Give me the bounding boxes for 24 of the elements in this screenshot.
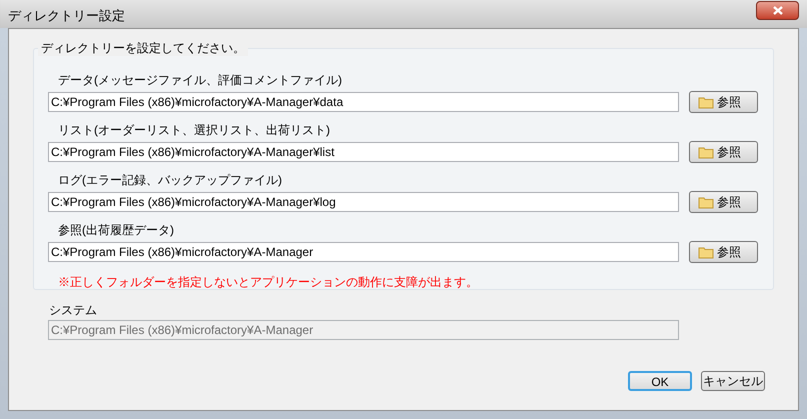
warning-text: ※正しくフォルダーを指定しないとアプリケーションの動作に支障が出ます。 xyxy=(58,274,479,291)
browse-button[interactable]: 参照 xyxy=(689,91,758,113)
field-label: リスト(オーダーリスト、選択リスト、出荷リスト) xyxy=(58,122,331,139)
folder-icon xyxy=(698,246,714,258)
browse-button[interactable]: 参照 xyxy=(689,241,758,263)
folder-icon xyxy=(698,146,714,158)
folder-icon xyxy=(698,196,714,208)
close-button[interactable] xyxy=(756,1,799,20)
folder-icon xyxy=(698,96,714,108)
field-label: システム xyxy=(49,302,98,318)
group-legend: ディレクトリーを設定してください。 xyxy=(38,40,248,56)
path-field[interactable]: C:¥Program Files (x86)¥microfactory¥A-Manager¥list xyxy=(48,142,679,162)
cancel-button[interactable]: キャンセル xyxy=(701,371,765,391)
browse-button[interactable]: 参照 xyxy=(689,191,758,213)
path-field[interactable]: C:¥Program Files (x86)¥microfactory¥A-Manager¥data xyxy=(48,92,679,112)
close-icon xyxy=(772,6,782,15)
field-label: ログ(エラー記録、バックアップファイル) xyxy=(58,172,283,189)
browse-button[interactable]: 参照 xyxy=(689,141,758,163)
ok-button[interactable]: OK xyxy=(628,371,692,391)
path-field[interactable]: C:¥Program Files (x86)¥microfactory¥A-Manager¥log xyxy=(48,192,679,212)
field-label: 参照(出荷履歴データ) xyxy=(58,222,175,239)
path-field[interactable]: C:¥Program Files (x86)¥microfactory¥A-Manager xyxy=(48,242,679,262)
field-label: データ(メッセージファイル、評価コメントファイル) xyxy=(58,72,343,89)
window-title: ディレクトリー設定 xyxy=(8,7,125,25)
